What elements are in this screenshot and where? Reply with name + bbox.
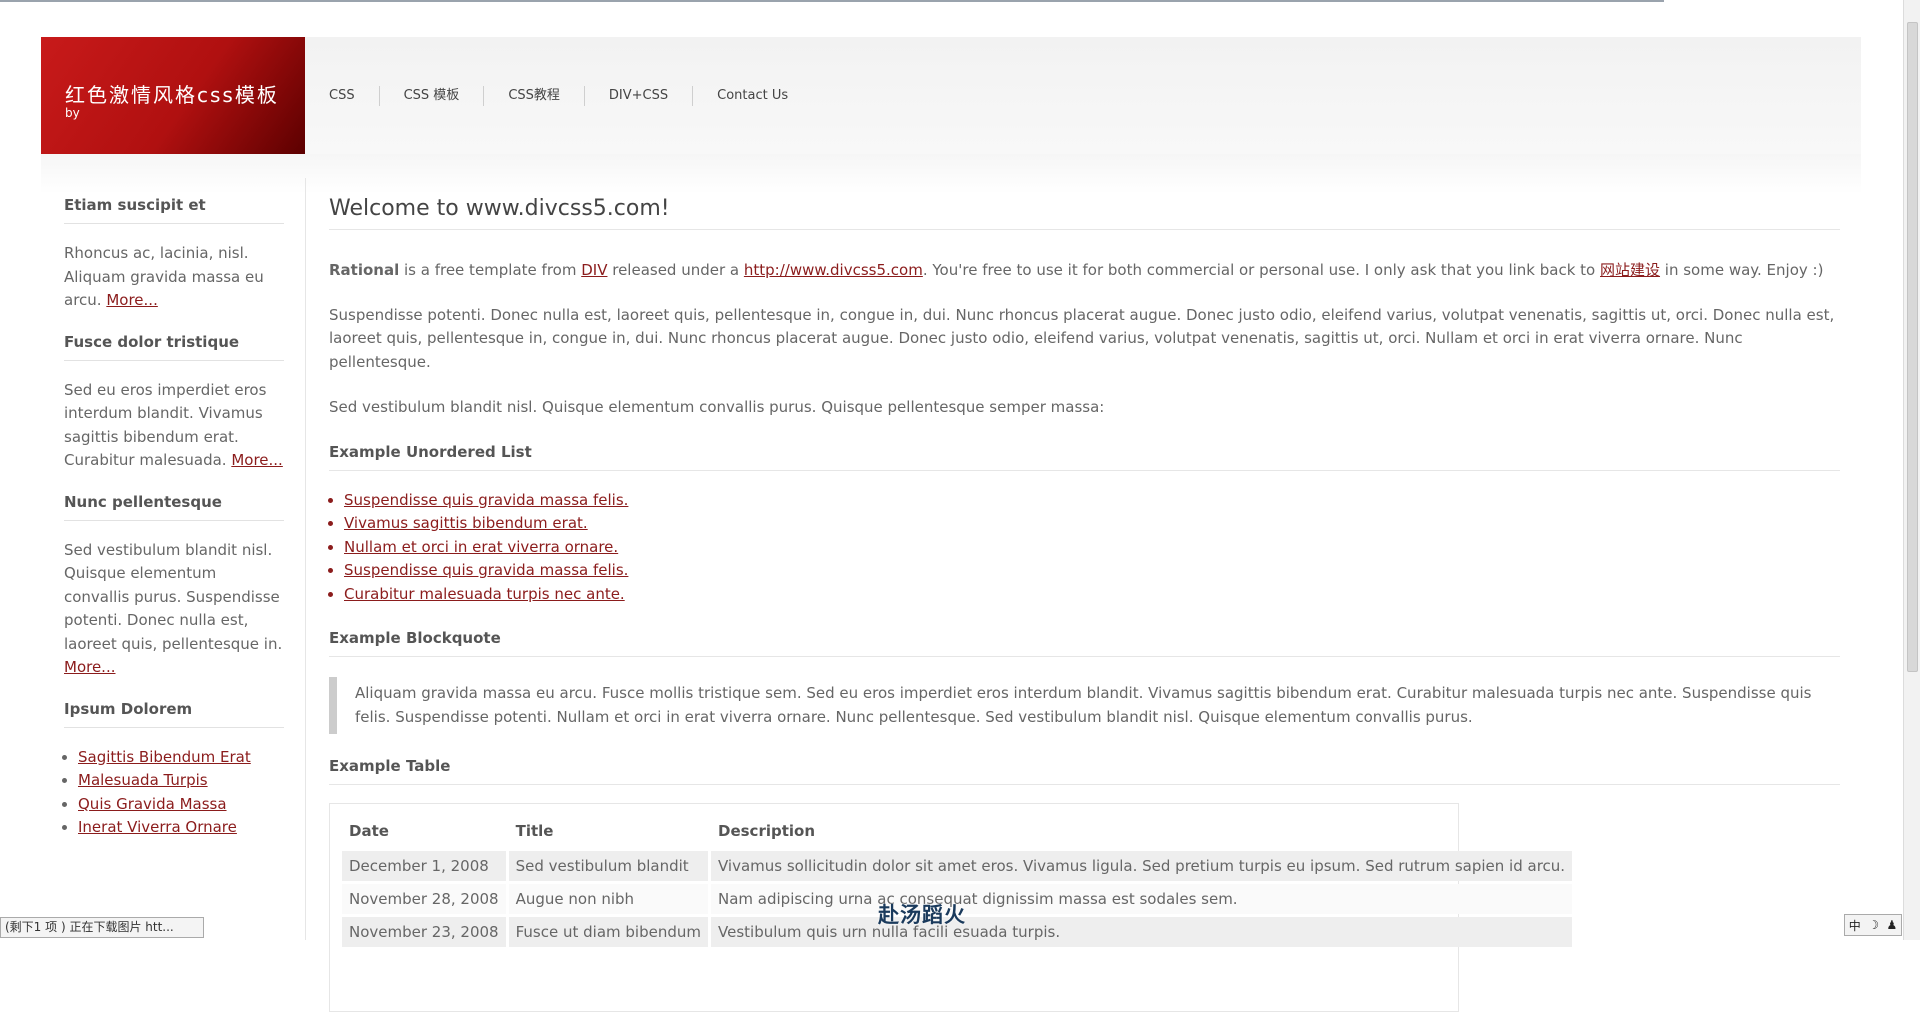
table-cell: Vivamus sollicitudin dolor sit amet eros…: [711, 851, 1573, 881]
sidebar-section-title: Ipsum Dolorem: [64, 700, 284, 728]
intro-text: released under a: [607, 261, 744, 279]
table-header: Date: [349, 822, 389, 840]
table-cell: November 28, 2008: [342, 884, 506, 914]
example-list: Suspendisse quis gravida massa felis. Vi…: [329, 489, 1840, 607]
intro-text: is a free template from: [399, 261, 582, 279]
example-table: Date Title Description December 1, 2008 …: [339, 811, 1575, 950]
nav-css-templates[interactable]: CSS 模板: [380, 85, 485, 106]
site-header: 红色激情风格css模板 by CSS CSS 模板 CSS教程 DIV+CSS …: [41, 37, 1861, 154]
site-logo[interactable]: 红色激情风格css模板 by: [41, 37, 305, 154]
sidebar-section: Etiam suscipit et Rhoncus ac, lacinia, n…: [64, 196, 284, 313]
logo-title: 红色激情风格css模板: [65, 83, 279, 107]
sidebar-links-section: Ipsum Dolorem Sagittis Bibendum Erat Mal…: [64, 700, 284, 840]
sidebar-link[interactable]: Quis Gravida Massa: [78, 795, 227, 813]
section-title: Example Blockquote: [329, 629, 1840, 657]
sidebar: Etiam suscipit et Rhoncus ac, lacinia, n…: [64, 196, 284, 840]
sidebar-section-title: Fusce dolor tristique: [64, 333, 284, 361]
body-paragraph: Suspendisse potenti. Donec nulla est, la…: [329, 305, 1835, 371]
list-link[interactable]: Nullam et orci in erat viverra ornare.: [344, 538, 618, 556]
sidebar-link[interactable]: Malesuada Turpis: [78, 771, 208, 789]
table-header-row: Date Title Description: [342, 814, 1572, 848]
sidebar-section-text: Sed vestibulum blandit nisl. Quisque ele…: [64, 539, 284, 680]
page-title: Welcome to www.divcss5.com!: [329, 196, 1840, 230]
user-icon[interactable]: ♟: [1886, 918, 1897, 932]
list-link[interactable]: Curabitur malesuada turpis nec ante.: [344, 585, 625, 603]
intro-bold: Rational: [329, 261, 400, 279]
list-item: Suspendisse quis gravida massa felis.: [344, 489, 1840, 513]
list-link[interactable]: Vivamus sagittis bibendum erat.: [344, 514, 588, 532]
list-link[interactable]: Suspendisse quis gravida massa felis.: [344, 561, 628, 579]
example-blockquote: Aliquam gravida massa eu arcu. Fusce mol…: [329, 677, 1840, 734]
ime-tray[interactable]: 中 ☽ ♟: [1844, 914, 1902, 936]
intro-text: . You're free to use it for both commerc…: [922, 261, 1600, 279]
section-body: Rhoncus ac, lacinia, nisl. Aliquam gravi…: [64, 244, 264, 309]
div-link[interactable]: DIV: [581, 261, 607, 279]
sidebar-link[interactable]: Inerat Viverra Ornare: [78, 818, 237, 836]
table-row: December 1, 2008 Sed vestibulum blandit …: [342, 851, 1573, 881]
more-link[interactable]: More...: [231, 451, 283, 469]
table-cell: November 23, 2008: [342, 917, 506, 947]
list-item: Quis Gravida Massa: [78, 793, 284, 817]
website-link[interactable]: 网站建设: [1600, 261, 1660, 279]
browser-status-bar: (剩下1 项 ) 正在下载图片 htt...: [0, 917, 204, 938]
list-link[interactable]: Suspendisse quis gravida massa felis.: [344, 491, 628, 509]
sidebar-divider: [305, 178, 306, 940]
main-content: Welcome to www.divcss5.com! Rational is …: [329, 196, 1840, 1012]
table-cell: Nam adipiscing urna ac consequat digniss…: [711, 884, 1573, 914]
sidebar-section-text: Rhoncus ac, lacinia, nisl. Aliquam gravi…: [64, 242, 284, 313]
window-top-border: [0, 0, 1664, 2]
table-cell: Vestibulum quis urn nulla facili esuada …: [711, 917, 1573, 947]
ime-chinese-icon[interactable]: 中: [1849, 917, 1861, 934]
section-title: Example Unordered List: [329, 443, 1840, 471]
nav-css[interactable]: CSS: [305, 85, 380, 106]
nav-contact-us[interactable]: Contact Us: [693, 86, 812, 106]
section-title: Example Table: [329, 757, 1840, 785]
vertical-scrollbar[interactable]: [1903, 0, 1920, 940]
more-link[interactable]: More...: [106, 291, 158, 309]
list-item: Vivamus sagittis bibendum erat.: [344, 512, 1840, 536]
nav-css-tutorial[interactable]: CSS教程: [484, 85, 585, 106]
intro-text: in some way. Enjoy :): [1660, 261, 1824, 279]
nav-div-css[interactable]: DIV+CSS: [585, 85, 694, 106]
sidebar-section-text: Sed eu eros imperdiet eros interdum blan…: [64, 379, 284, 473]
header-shadow: [41, 154, 1861, 194]
sidebar-link-list: Sagittis Bibendum Erat Malesuada Turpis …: [64, 746, 284, 840]
table-header: Description: [718, 822, 816, 840]
table-cell: Augue non nibh: [508, 884, 708, 914]
sidebar-section-title: Nunc pellentesque: [64, 493, 284, 521]
section-body: Sed vestibulum blandit nisl. Quisque ele…: [64, 540, 283, 653]
sidebar-section-title: Etiam suscipit et: [64, 196, 284, 224]
main-nav: CSS CSS 模板 CSS教程 DIV+CSS Contact Us: [305, 37, 812, 154]
list-item: Suspendisse quis gravida massa felis.: [344, 559, 1840, 583]
table-cell: Sed vestibulum blandit: [508, 851, 708, 881]
intro-paragraph: Rational is a free template from DIV rel…: [329, 259, 1840, 283]
ime-overlay-text: 赴汤蹈火: [878, 903, 966, 927]
list-item: Malesuada Turpis: [78, 769, 284, 793]
sidebar-link[interactable]: Sagittis Bibendum Erat: [78, 748, 251, 766]
moon-icon[interactable]: ☽: [1868, 918, 1879, 932]
sidebar-section: Fusce dolor tristique Sed eu eros imperd…: [64, 333, 284, 473]
table-cell: December 1, 2008: [342, 851, 506, 881]
list-item: Nullam et orci in erat viverra ornare.: [344, 536, 1840, 560]
list-item: Inerat Viverra Ornare: [78, 816, 284, 840]
more-link[interactable]: More...: [64, 658, 116, 676]
list-item: Sagittis Bibendum Erat: [78, 746, 284, 770]
table-cell: Fusce ut diam bibendum: [508, 917, 708, 947]
sidebar-section: Nunc pellentesque Sed vestibulum blandit…: [64, 493, 284, 680]
scrollbar-thumb[interactable]: [1907, 22, 1918, 672]
body-paragraph: Sed vestibulum blandit nisl. Quisque ele…: [329, 398, 1105, 416]
divcss5-link[interactable]: http://www.divcss5.com: [744, 261, 923, 279]
list-item: Curabitur malesuada turpis nec ante.: [344, 583, 1840, 607]
table-header: Title: [515, 822, 554, 840]
logo-by: by: [65, 106, 80, 120]
